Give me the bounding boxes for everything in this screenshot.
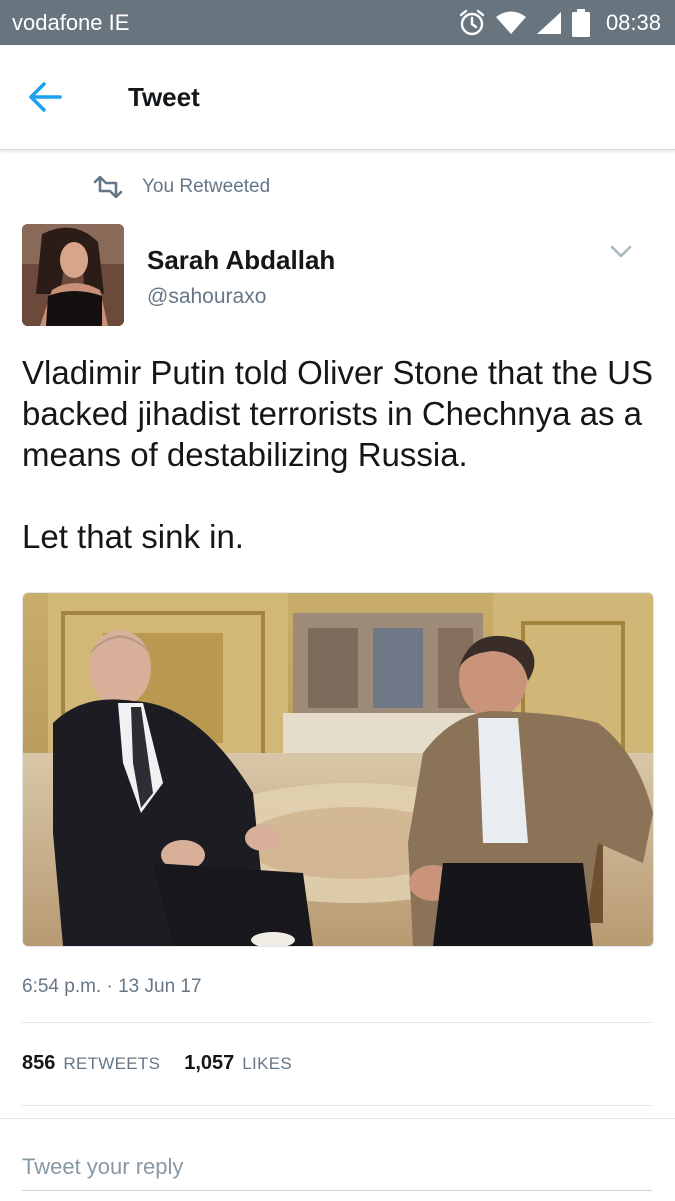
- divider: [22, 1105, 652, 1106]
- alarm-icon: [459, 9, 485, 36]
- status-icons: 08:38: [458, 6, 661, 40]
- divider: [22, 1022, 652, 1023]
- top-app-bar: Tweet: [0, 45, 675, 150]
- clock-time: 08:38: [605, 10, 661, 35]
- retweet-icon: [93, 176, 123, 198]
- tweet-photo-image: [23, 593, 653, 946]
- retweet-context: You Retweeted: [92, 174, 270, 200]
- author-handle[interactable]: @sahouraxo: [147, 285, 266, 309]
- tweet-photo[interactable]: [22, 592, 654, 947]
- retweets-count: 856: [22, 1052, 56, 1074]
- carrier-name: vodafone IE: [12, 10, 130, 35]
- reply-input[interactable]: [22, 1144, 652, 1191]
- likes-count: 1,057: [184, 1052, 235, 1074]
- signal-icon: [536, 12, 561, 34]
- retweets-stat[interactable]: 856 RETWEETS: [22, 1052, 160, 1075]
- wifi-icon: [495, 11, 526, 34]
- battery-icon: [571, 9, 590, 37]
- tweet-text: Vladimir Putin told Oliver Stone that th…: [22, 354, 653, 555]
- chevron-down-icon: [610, 245, 632, 258]
- status-bar: vodafone IE 08:38: [0, 0, 675, 45]
- page-title: Tweet: [128, 82, 200, 112]
- tweet-options-button[interactable]: [606, 240, 636, 264]
- likes-stat[interactable]: 1,057 LIKES: [184, 1052, 292, 1075]
- avatar[interactable]: [22, 224, 124, 326]
- back-arrow-icon: [29, 82, 62, 112]
- retweets-label: RETWEETS: [63, 1054, 161, 1073]
- retweet-context-label: You Retweeted: [142, 176, 271, 197]
- back-button[interactable]: [22, 77, 68, 117]
- tweet-stats: 856 RETWEETS 1,057 LIKES: [22, 1052, 316, 1075]
- likes-label: LIKES: [242, 1054, 292, 1073]
- tweet-timestamp: 6:54 p.m. · 13 Jun 17: [22, 976, 202, 997]
- author-name[interactable]: Sarah Abdallah: [147, 245, 335, 276]
- avatar-image: [22, 224, 124, 326]
